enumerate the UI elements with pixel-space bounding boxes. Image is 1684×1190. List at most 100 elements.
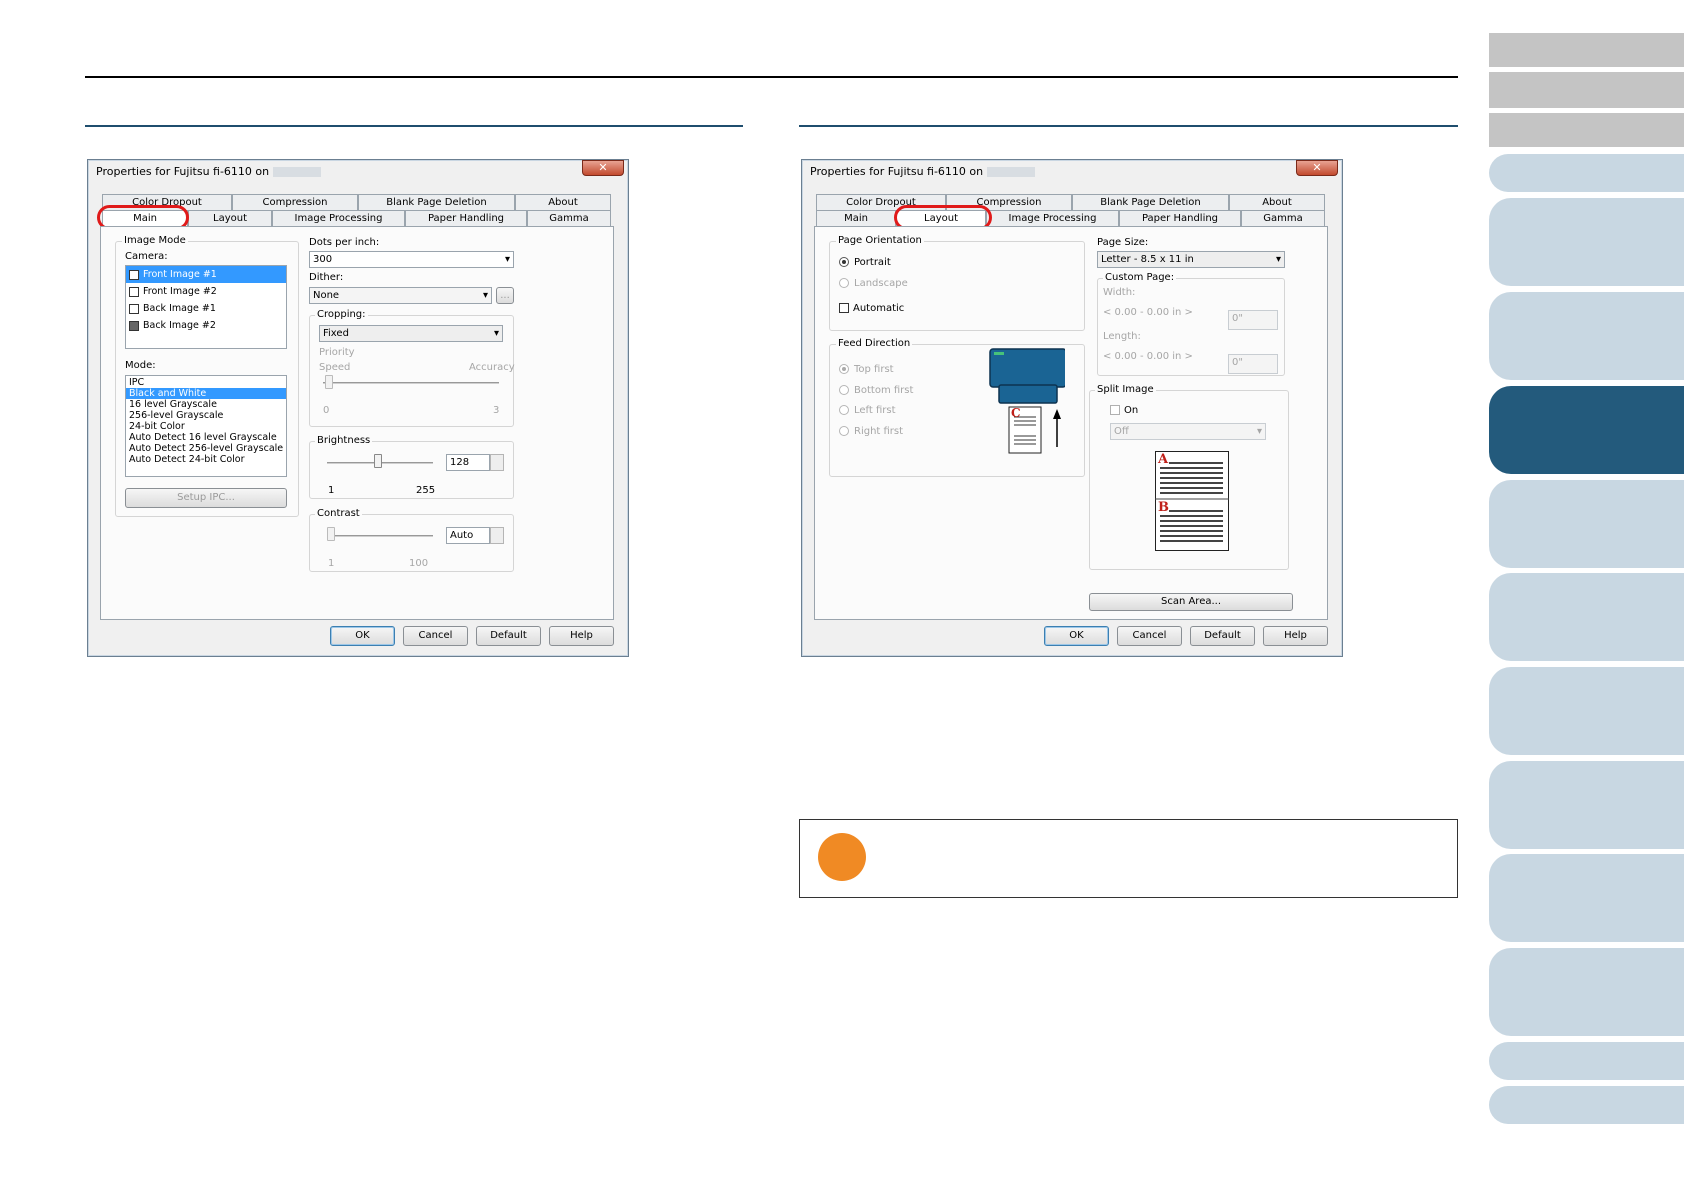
camera-item[interactable]: Back Image #2 [126, 317, 286, 334]
note-callout [799, 819, 1458, 898]
nav-tab-1[interactable] [1489, 33, 1684, 67]
top-first-radio[interactable]: Top first [839, 364, 894, 375]
camera-list: ✓ Front Image #1 Front Image #2 Back Imag… [125, 265, 287, 349]
help-button[interactable]: Help [549, 626, 614, 646]
contrast-input[interactable]: Auto [446, 527, 490, 544]
dither-more-button[interactable]: ... [496, 287, 514, 304]
nav-tab-12[interactable] [1489, 854, 1684, 942]
cropping-label: Cropping: [315, 309, 368, 320]
brightness-input[interactable]: 128 [446, 454, 490, 471]
nav-tab-14[interactable] [1489, 1042, 1684, 1080]
width-input[interactable]: 0" [1228, 310, 1278, 330]
mode-list: IPC Black and White 16 level Grayscale 2… [125, 375, 287, 477]
tab-blank-page-deletion[interactable]: Blank Page Deletion [358, 194, 515, 210]
nav-tab-15[interactable] [1489, 1086, 1684, 1124]
mode-item[interactable]: Auto Detect 24-bit Color [126, 454, 286, 465]
cancel-button[interactable]: Cancel [403, 626, 468, 646]
nav-tab-7-active[interactable] [1489, 386, 1684, 474]
nav-tab-3[interactable] [1489, 113, 1684, 147]
setup-ipc-button[interactable]: Setup IPC... [125, 488, 287, 508]
left-section-rule [85, 125, 743, 127]
tab-paper-handling[interactable]: Paper Handling [405, 210, 527, 226]
contrast-slider-track [327, 535, 433, 537]
dialog-title: Properties for Fujitsu fi-6110 on [810, 165, 1036, 178]
tab-row-2: Main Layout Image Processing Paper Handl… [816, 210, 1325, 226]
nav-tab-13[interactable] [1489, 948, 1684, 1036]
nav-tab-9[interactable] [1489, 573, 1684, 661]
cropping-select[interactable]: Fixed [319, 325, 503, 342]
tab-gamma[interactable]: Gamma [527, 210, 611, 226]
portrait-radio[interactable]: Portrait [839, 257, 891, 268]
right-section-rule [799, 125, 1458, 127]
mode-item[interactable]: IPC [126, 377, 286, 388]
nav-tab-8[interactable] [1489, 480, 1684, 568]
ok-button[interactable]: OK [330, 626, 395, 646]
width-label: Width: [1103, 287, 1136, 298]
length-input[interactable]: 0" [1228, 354, 1278, 374]
dpi-label: Dots per inch: [309, 237, 380, 248]
tab-about[interactable]: About [1229, 194, 1325, 210]
help-button[interactable]: Help [1263, 626, 1328, 646]
page-size-select[interactable]: Letter - 8.5 x 11 in [1097, 251, 1285, 268]
scan-area-button[interactable]: Scan Area... [1089, 593, 1293, 611]
brightness-label: Brightness [315, 435, 373, 446]
brightness-min: 1 [328, 485, 335, 496]
tab-layout[interactable]: Layout [188, 210, 272, 226]
tab-about[interactable]: About [515, 194, 611, 210]
brightness-slider-thumb[interactable] [374, 454, 382, 468]
right-first-radio[interactable]: Right first [839, 426, 903, 437]
tab-main[interactable]: Main [816, 210, 896, 226]
contrast-slider-thumb[interactable] [327, 527, 335, 541]
cancel-button[interactable]: Cancel [1117, 626, 1182, 646]
mode-item[interactable]: Auto Detect 16 level Grayscale [126, 432, 286, 443]
nav-tab-5[interactable] [1489, 198, 1684, 286]
length-range: < 0.00 - 0.00 in > [1103, 351, 1193, 362]
tab-paper-handling[interactable]: Paper Handling [1119, 210, 1241, 226]
tab-compression[interactable]: Compression [232, 194, 358, 210]
custom-page-label: Custom Page: [1103, 272, 1177, 283]
close-button[interactable]: ✕ [1296, 160, 1338, 176]
nav-tab-2[interactable] [1489, 72, 1684, 108]
nav-tab-6[interactable] [1489, 292, 1684, 380]
split-on-checkbox[interactable]: On [1110, 405, 1138, 416]
camera-item[interactable]: Back Image #1 [126, 300, 286, 317]
tab-image-processing[interactable]: Image Processing [272, 210, 405, 226]
speed-label: Speed [319, 362, 351, 373]
mode-item[interactable]: 256-level Grayscale [126, 410, 286, 421]
mode-item[interactable]: 16 level Grayscale [126, 399, 286, 410]
default-button[interactable]: Default [1190, 626, 1255, 646]
landscape-radio[interactable]: Landscape [839, 278, 908, 289]
automatic-checkbox[interactable]: Automatic [839, 303, 904, 314]
mode-item[interactable]: Auto Detect 256-level Grayscale [126, 443, 286, 454]
priority-slider-thumb[interactable] [325, 375, 333, 389]
image-mode-label: Image Mode [122, 235, 188, 246]
dpi-select[interactable]: 300 [309, 251, 514, 268]
default-button[interactable]: Default [476, 626, 541, 646]
left-first-radio[interactable]: Left first [839, 405, 896, 416]
camera-item[interactable]: Front Image #2 [126, 283, 286, 300]
contrast-max: 100 [409, 558, 429, 569]
camera-item[interactable]: ✓ Front Image #1 [126, 266, 286, 283]
mode-item[interactable]: 24-bit Color [126, 421, 286, 432]
split-select[interactable]: Off [1110, 423, 1266, 440]
close-button[interactable]: ✕ [582, 160, 624, 176]
nav-tab-10[interactable] [1489, 667, 1684, 755]
page-orientation-label: Page Orientation [836, 235, 924, 246]
length-label: Length: [1103, 331, 1141, 342]
split-image-label: Split Image [1095, 384, 1156, 395]
feed-direction-label: Feed Direction [836, 338, 913, 349]
dither-select[interactable]: None [309, 287, 492, 304]
priority-label: Priority [319, 347, 355, 358]
brightness-spinner[interactable] [490, 454, 504, 471]
bottom-first-radio[interactable]: Bottom first [839, 385, 913, 396]
mode-item[interactable]: Black and White [126, 388, 286, 399]
nav-tab-4[interactable] [1489, 154, 1684, 192]
attention-icon [818, 833, 866, 881]
ok-button[interactable]: OK [1044, 626, 1109, 646]
contrast-spinner[interactable] [490, 527, 504, 544]
page-size-label: Page Size: [1097, 237, 1149, 248]
nav-tab-11[interactable] [1489, 761, 1684, 849]
tab-gamma[interactable]: Gamma [1241, 210, 1325, 226]
tab-image-processing[interactable]: Image Processing [986, 210, 1119, 226]
tab-blank-page-deletion[interactable]: Blank Page Deletion [1072, 194, 1229, 210]
